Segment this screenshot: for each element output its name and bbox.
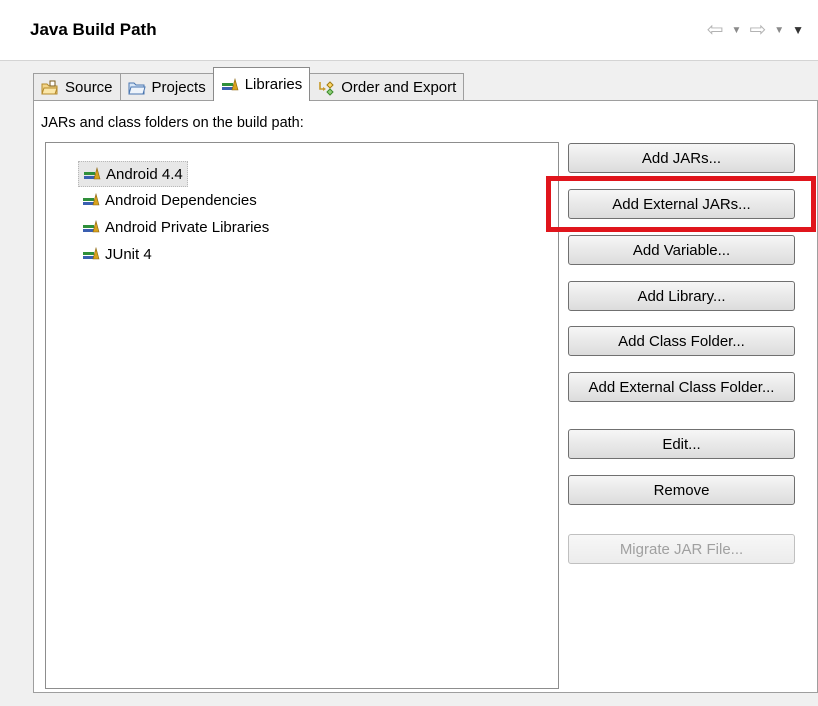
add-external-jars-button[interactable]: Add External JARs...	[568, 189, 795, 219]
tree-item-label: Android 4.4	[106, 165, 183, 183]
library-icon	[82, 192, 100, 207]
tab-bar: Source Projects Libraries Order and Expo…	[33, 67, 465, 101]
tab-order-export[interactable]: Order and Export	[309, 73, 465, 101]
library-icon	[82, 246, 100, 261]
back-dropdown-icon[interactable]: ▼	[732, 25, 742, 36]
add-class-folder-button[interactable]: Add Class Folder...	[568, 326, 795, 356]
libraries-tree[interactable]: Android 4.4 Android Dependencies Android…	[45, 142, 559, 689]
forward-arrow-icon[interactable]: ⇨	[749, 20, 766, 40]
tab-libraries-label: Libraries	[244, 76, 303, 93]
forward-dropdown-icon[interactable]: ▼	[774, 25, 784, 36]
tree-item-junit-4[interactable]: JUnit 4	[78, 242, 156, 266]
libraries-panel: JARs and class folders on the build path…	[33, 100, 818, 693]
tab-source[interactable]: Source	[33, 73, 121, 101]
libraries-label: JARs and class folders on the build path…	[41, 115, 304, 131]
tab-source-label: Source	[65, 79, 113, 96]
view-menu-icon[interactable]: ▼	[792, 23, 804, 37]
add-external-class-folder-button[interactable]: Add External Class Folder...	[568, 372, 795, 402]
tree-item-android-private-libraries[interactable]: Android Private Libraries	[78, 215, 273, 239]
add-library-button[interactable]: Add Library...	[568, 281, 795, 311]
tree-item-label: Android Private Libraries	[105, 218, 270, 236]
library-icon	[82, 219, 100, 234]
migrate-jar-button[interactable]: Migrate JAR File...	[568, 534, 795, 564]
library-icon	[221, 77, 239, 93]
header: Java Build Path ⇦ ▼ ⇨ ▼ ▼	[0, 0, 818, 61]
remove-button[interactable]: Remove	[568, 475, 795, 505]
project-folder-icon	[127, 80, 146, 96]
library-icon	[83, 166, 101, 181]
tree-item-android-dependencies[interactable]: Android Dependencies	[78, 188, 261, 212]
back-arrow-icon[interactable]: ⇦	[707, 20, 724, 40]
history-nav: ⇦ ▼ ⇨ ▼ ▼	[707, 20, 804, 40]
add-jars-button[interactable]: Add JARs...	[568, 143, 795, 173]
tab-projects[interactable]: Projects	[119, 73, 214, 101]
page-title: Java Build Path	[30, 20, 157, 39]
tab-libraries[interactable]: Libraries	[212, 67, 311, 101]
tree-item-android-4-4[interactable]: Android 4.4	[78, 161, 188, 187]
edit-button[interactable]: Edit...	[568, 429, 795, 459]
order-export-icon	[317, 80, 335, 96]
source-folder-icon	[41, 80, 59, 96]
tree-item-label: JUnit 4	[105, 245, 152, 263]
build-path-content: Source Projects Libraries Order and Expo…	[0, 61, 818, 706]
tree-item-label: Android Dependencies	[105, 191, 257, 209]
tab-projects-label: Projects	[151, 79, 206, 96]
tab-order-export-label: Order and Export	[341, 79, 457, 96]
add-variable-button[interactable]: Add Variable...	[568, 235, 795, 265]
